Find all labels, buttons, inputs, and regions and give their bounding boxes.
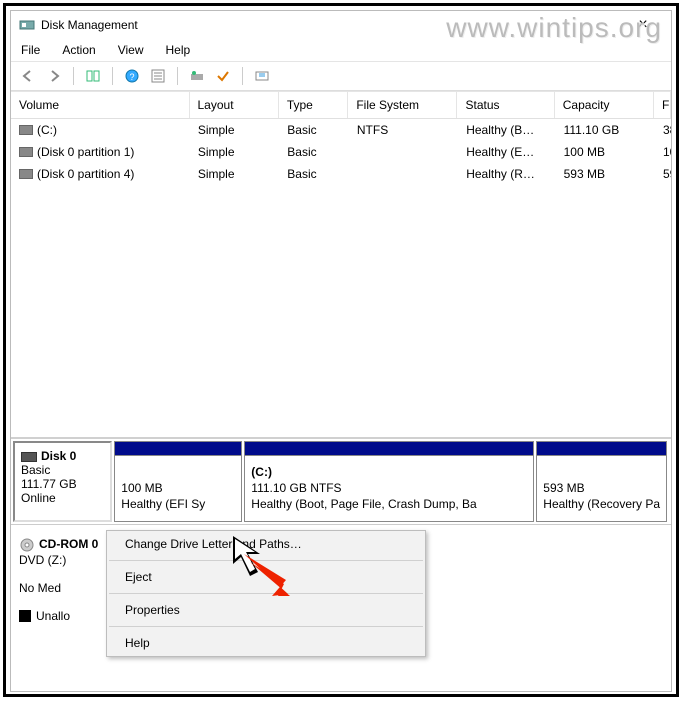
legend-color-unallocated <box>19 610 31 622</box>
grid-header: Volume Layout Type File System Status Ca… <box>11 92 671 119</box>
menu-view[interactable]: View <box>114 41 148 59</box>
col-volume[interactable]: Volume <box>11 92 190 118</box>
cell-free: 38.04 G <box>655 121 671 139</box>
partition[interactable]: 593 MB Healthy (Recovery Pa <box>536 441 667 522</box>
cell-layout: Simple <box>190 143 279 161</box>
more-actions-icon[interactable] <box>251 65 273 87</box>
cell-free: 593 MB <box>655 165 671 183</box>
partition-size: 111.10 GB NTFS <box>251 481 341 495</box>
table-row[interactable]: (C:) Simple Basic NTFS Healthy (B… 111.1… <box>11 119 671 141</box>
col-filesystem[interactable]: File System <box>348 92 457 118</box>
disk-type: Basic <box>21 463 50 477</box>
menu-action[interactable]: Action <box>58 41 99 59</box>
cell-status: Healthy (R… <box>458 165 555 183</box>
cdrom-type: DVD (Z:) <box>19 553 66 567</box>
cell-layout: Simple <box>190 165 279 183</box>
context-menu: Change Drive Letter and Paths… Eject Pro… <box>106 530 426 657</box>
table-row[interactable]: (Disk 0 partition 1) Simple Basic Health… <box>11 141 671 163</box>
grid-rows: (C:) Simple Basic NTFS Healthy (B… 111.1… <box>11 119 671 185</box>
cell-type: Basic <box>279 143 349 161</box>
partition-status: Healthy (Boot, Page File, Crash Dump, Ba <box>251 497 476 511</box>
partition-size: 593 MB <box>543 481 584 495</box>
refresh-icon[interactable] <box>186 65 208 87</box>
titlebar: Disk Management × <box>11 11 671 39</box>
disk-size: 111.77 GB <box>21 477 77 491</box>
menu-help[interactable]: Help <box>162 41 195 59</box>
cell-volume: (Disk 0 partition 4) <box>37 167 134 181</box>
partition-status: Healthy (Recovery Pa <box>543 497 660 511</box>
cell-volume: (C:) <box>37 123 57 137</box>
cell-volume: (Disk 0 partition 1) <box>37 145 134 159</box>
ctx-properties[interactable]: Properties <box>107 597 425 623</box>
ctx-change-drive-letter[interactable]: Change Drive Letter and Paths… <box>107 531 425 557</box>
cell-fs <box>349 165 458 183</box>
col-layout[interactable]: Layout <box>190 92 279 118</box>
ctx-eject[interactable]: Eject <box>107 564 425 590</box>
toolbar: ? <box>11 62 671 91</box>
cdrom-icon <box>19 537 35 553</box>
partition-label: (C:) <box>251 465 272 479</box>
cell-capacity: 593 MB <box>556 165 655 183</box>
cell-fs <box>349 143 458 161</box>
show-hide-console-button[interactable] <box>82 65 104 87</box>
settings-icon[interactable] <box>212 65 234 87</box>
col-type[interactable]: Type <box>279 92 349 118</box>
cell-free: 100 MB <box>655 143 671 161</box>
svg-text:?: ? <box>129 72 134 82</box>
disk-info[interactable]: Disk 0 Basic 111.77 GB Online <box>13 441 112 522</box>
window-title: Disk Management <box>41 18 623 32</box>
partition-bar <box>537 442 666 456</box>
cell-type: Basic <box>279 121 349 139</box>
cell-status: Healthy (E… <box>458 143 555 161</box>
disk-name: Disk 0 <box>41 449 76 463</box>
help-button[interactable]: ? <box>121 65 143 87</box>
close-button[interactable]: × <box>623 16 663 34</box>
action-list-button[interactable] <box>147 65 169 87</box>
menubar: File Action View Help <box>11 39 671 62</box>
volume-icon <box>19 147 33 157</box>
cdrom-state: No Med <box>19 581 61 595</box>
cell-layout: Simple <box>190 121 279 139</box>
volume-icon <box>19 169 33 179</box>
partition-status: Healthy (EFI Sy <box>121 497 205 511</box>
ctx-help[interactable]: Help <box>107 630 425 656</box>
volume-grid: Volume Layout Type File System Status Ca… <box>11 91 671 185</box>
disk-management-icon <box>19 17 35 33</box>
col-capacity[interactable]: Capacity <box>555 92 654 118</box>
legend-label: Unallo <box>36 609 70 623</box>
partition-size: 100 MB <box>121 481 162 495</box>
cell-type: Basic <box>279 165 349 183</box>
cdrom-name: CD-ROM 0 <box>39 537 98 551</box>
table-row[interactable]: (Disk 0 partition 4) Simple Basic Health… <box>11 163 671 185</box>
partition[interactable]: (C:) 111.10 GB NTFS Healthy (Boot, Page … <box>244 441 534 522</box>
back-button[interactable] <box>17 65 39 87</box>
forward-button[interactable] <box>43 65 65 87</box>
volume-icon <box>19 125 33 135</box>
col-status[interactable]: Status <box>457 92 554 118</box>
col-freespace[interactable]: Free Sp <box>654 92 671 118</box>
cell-status: Healthy (B… <box>458 121 555 139</box>
cell-capacity: 100 MB <box>556 143 655 161</box>
disk-icon <box>21 452 37 462</box>
partition[interactable]: 100 MB Healthy (EFI Sy <box>114 441 242 522</box>
partition-bar <box>115 442 241 456</box>
disk-state: Online <box>21 491 56 505</box>
disk-row: Disk 0 Basic 111.77 GB Online 100 MB Hea… <box>11 439 671 525</box>
cell-capacity: 111.10 GB <box>556 121 655 139</box>
cell-fs: NTFS <box>349 121 458 139</box>
menu-file[interactable]: File <box>17 41 44 59</box>
partition-bar <box>245 442 533 456</box>
